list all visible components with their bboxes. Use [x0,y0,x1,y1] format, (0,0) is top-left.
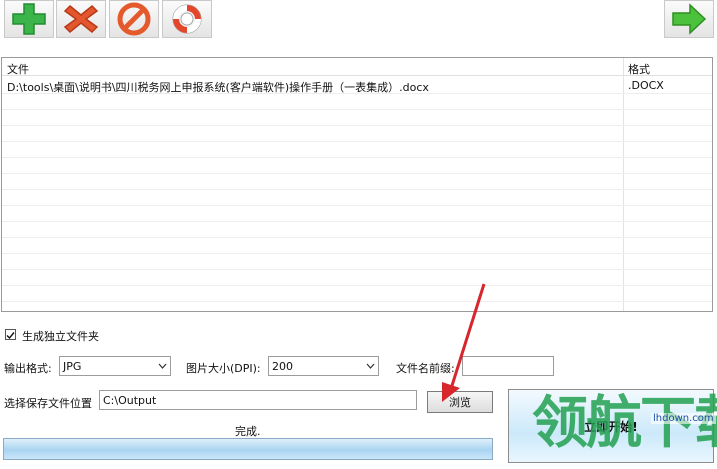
next-arrow-icon [672,3,707,35]
delete-file-button[interactable] [56,0,106,38]
add-file-button[interactable] [4,0,54,38]
save-path-input[interactable] [99,390,417,410]
next-step-button[interactable] [664,0,714,38]
column-divider [623,58,624,311]
row-line [2,285,712,286]
image-size-label: 图片大小(DPI): [186,362,261,375]
row-line [2,109,712,110]
clear-icon [117,2,151,36]
row-line [2,157,712,158]
check-mark-icon [6,332,15,340]
row-line [2,269,712,270]
row-line [2,141,712,142]
row-line [2,173,712,174]
annotation-arrow-icon [442,283,486,402]
row-line [2,189,712,190]
status-text: 完成. [235,425,261,438]
file-format-cell[interactable]: .DOCX [628,79,664,92]
image-size-select[interactable]: 200 [268,356,379,376]
save-location-label: 选择保存文件位置 [4,397,92,410]
delete-icon [63,4,99,34]
row-line [2,205,712,206]
row-line [2,221,712,222]
help-icon [172,4,202,34]
clear-list-button[interactable] [109,0,159,38]
row-line [2,237,712,238]
image-size-value: 200 [272,359,293,373]
add-icon [12,3,46,35]
file-list[interactable]: 文件 格式 D:\tools\桌面\说明书\四川税务网上申报系统(客户端软件)操… [1,57,713,312]
row-line [2,125,712,126]
row-line [2,93,712,94]
separate-folder-checkbox[interactable] [5,329,16,340]
row-line [2,253,712,254]
chevron-down-icon [362,363,378,369]
output-format-value: JPG [63,359,82,373]
chevron-down-icon [154,363,170,369]
watermark-url: lhdown.com [651,413,716,424]
output-format-label: 输出格式: [4,362,52,375]
row-line [2,301,712,302]
help-button[interactable] [162,0,212,38]
header-separator [2,75,712,76]
separate-folder-label: 生成独立文件夹 [22,330,99,343]
output-format-select[interactable]: JPG [59,356,171,376]
progress-bar [3,438,493,460]
